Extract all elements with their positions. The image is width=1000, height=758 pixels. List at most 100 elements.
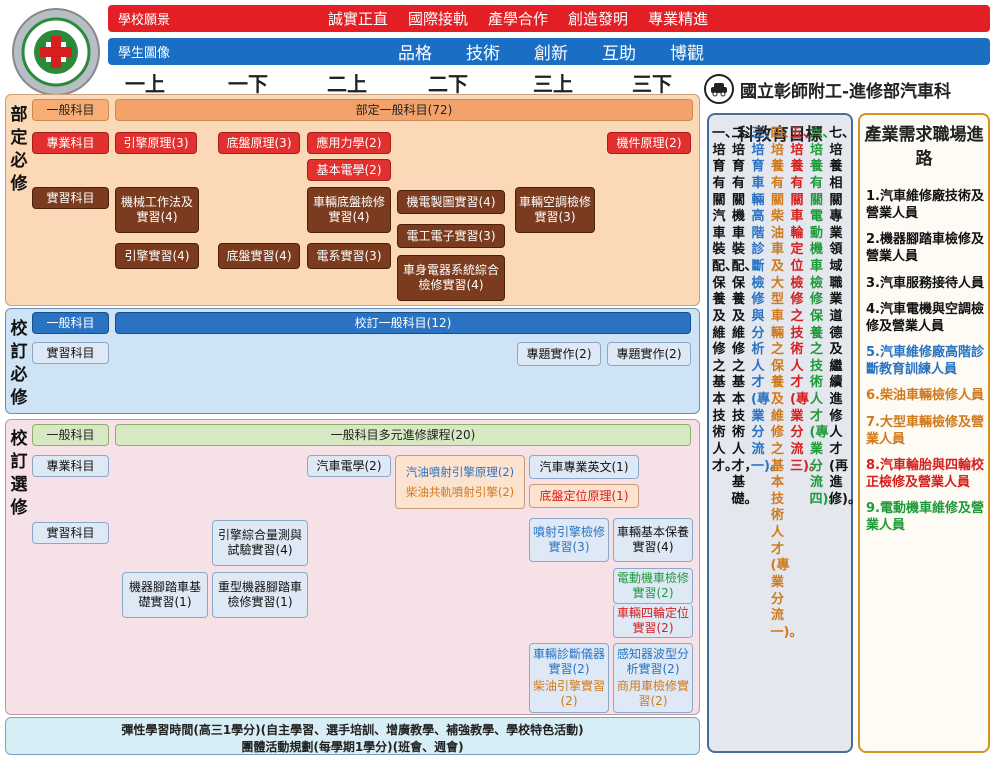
category-general: 一般科目 bbox=[32, 99, 109, 121]
category-practice: 實習科目 bbox=[32, 342, 109, 364]
education-goal-column: 四、培養有關柴油車及大型車輛之保養及維修之基本技術人才(專業分流一)。 bbox=[770, 126, 803, 641]
semester-header: 一下 bbox=[228, 72, 268, 96]
course: 機電製圖實習(4) bbox=[397, 190, 505, 214]
category-practice: 實習科目 bbox=[32, 187, 109, 209]
goal-text: 培養有關車輪定位檢修之技術人才(專業分流三)。 bbox=[790, 142, 822, 474]
vision-label: 學校願景 bbox=[118, 13, 171, 28]
course: 機器腳踏車基礎實習(1) bbox=[122, 572, 208, 618]
student-item: 互助 bbox=[602, 44, 636, 64]
category-general: 一般科目 bbox=[32, 424, 109, 446]
course: 汽車電學(2) bbox=[307, 455, 391, 477]
school-logo bbox=[6, 6, 106, 98]
dept-general-span: 部定一般科目(72) bbox=[115, 99, 693, 121]
course: 電工電子實習(3) bbox=[397, 224, 505, 248]
school-general-span: 校訂一般科目(12) bbox=[115, 312, 691, 334]
course: 專題實作(2) bbox=[607, 342, 691, 366]
industry-item: 5.汽車維修廠高階診斷教育訓練人員 bbox=[866, 345, 984, 378]
course: 底盤定位原理(1) bbox=[529, 484, 639, 508]
vision-item: 專業精進 bbox=[648, 10, 709, 28]
course: 基本電學(2) bbox=[307, 159, 391, 181]
student-item: 創新 bbox=[534, 44, 568, 64]
course: 柴油引擎實習(2) bbox=[533, 679, 606, 708]
education-goal-column: 一、 培育有關汽車裝配、保養及維修之基本技術人才。 bbox=[712, 126, 739, 475]
course-group: 感知器波型分析實習(2) 商用車檢修實習(2) bbox=[613, 643, 693, 713]
goal-number: 五、 bbox=[790, 126, 817, 141]
semester-header: 二下 bbox=[428, 72, 468, 96]
section-label: 校訂必修 bbox=[10, 319, 28, 408]
course: 應用力學(2) bbox=[307, 132, 391, 154]
goal-number: 四、 bbox=[770, 126, 797, 141]
category-professional: 專業科目 bbox=[32, 455, 109, 477]
goal-text: 培養有關電動機車檢修保養之技術人才(專業分流四)。 bbox=[809, 142, 842, 507]
footer-line: 團體活動規劃(每學期1學分)(班會、週會) bbox=[241, 740, 464, 754]
course: 機械工作法及實習(4) bbox=[115, 187, 199, 233]
course-group: 汽油噴射引擎原理(2) 柴油共軌噴射引擎(2) bbox=[395, 455, 525, 509]
student-item: 技術 bbox=[466, 44, 500, 64]
semester-header: 三下 bbox=[632, 72, 672, 96]
vision-item: 國際接軌 bbox=[408, 10, 469, 28]
vision-item: 產學合作 bbox=[488, 10, 549, 28]
course: 引擎實習(4) bbox=[115, 243, 199, 269]
course: 車輛基本保養實習(4) bbox=[613, 518, 693, 562]
goal-number: 二、 bbox=[731, 126, 758, 141]
semester-header: 三上 bbox=[533, 72, 573, 96]
education-goal-column: 六、培養有關電動機車檢修保養之技術人才(專業分流四)。 bbox=[809, 126, 842, 508]
industry-item: 9.電動機車維修及營業人員 bbox=[866, 501, 984, 534]
section-label: 校訂選修 bbox=[10, 429, 28, 518]
course-group: 車輛診斷儀器實習(2) 柴油引擎實習(2) bbox=[529, 643, 609, 713]
course: 引擎綜合量測與試驗實習(4) bbox=[212, 520, 308, 566]
industry-list: 1.汽車維修廠技術及營業人員 2.機器腳踏車檢修及營業人員 3.汽車服務接待人員… bbox=[866, 188, 986, 544]
education-goal-column: 五、培養有關車輪定位檢修之技術人才(專業分流三)。 bbox=[790, 126, 822, 475]
industry-item: 4.汽車電機與空調檢修及營業人員 bbox=[866, 301, 984, 334]
goal-text: 培養相關專業領域職業道德及繼續進修人才(再進修)。 bbox=[829, 142, 861, 507]
course: 感知器波型分析實習(2) bbox=[617, 647, 690, 676]
course: 底盤原理(3) bbox=[218, 132, 300, 154]
industry-item: 7.大型車輛檢修及營業人員 bbox=[866, 414, 984, 447]
industry-item: 3.汽車服務接待人員 bbox=[866, 275, 984, 291]
course: 電動機車檢修實習(2) bbox=[613, 568, 693, 604]
goal-number: 一、 bbox=[712, 126, 739, 141]
category-general: 一般科目 bbox=[32, 312, 109, 334]
course: 商用車檢修實習(2) bbox=[617, 679, 690, 708]
goal-text: 培育車輛高階診斷檢修與分析人才(專業分流一)。 bbox=[751, 142, 783, 474]
education-goal-column: 七、培養相關專業領域職業道德及繼續進修人才(再進修)。 bbox=[829, 126, 861, 508]
course: 電系實習(3) bbox=[307, 243, 391, 269]
goal-text: 培育有關機車裝配、保養及維修之基本技術人才，基礎。 bbox=[731, 142, 758, 507]
industry-title: 產業需求職場進路 bbox=[864, 125, 984, 169]
category-practice: 實習科目 bbox=[32, 522, 109, 544]
section-label: 部定必修 bbox=[10, 105, 28, 194]
category-professional: 專業科目 bbox=[32, 132, 109, 154]
course: 柴油共軌噴射引擎(2) bbox=[405, 485, 515, 499]
semester-header: 一上 bbox=[125, 72, 165, 96]
course: 專題實作(2) bbox=[517, 342, 601, 366]
industry-item: 8.汽車輪胎與四輪校正檢修及營業人員 bbox=[866, 457, 984, 491]
goal-number: 三、 bbox=[751, 126, 778, 141]
education-goal-column: 三、培育車輛高階診斷檢修與分析人才(專業分流一)。 bbox=[751, 126, 783, 475]
course: 汽車專業英文(1) bbox=[529, 455, 639, 479]
industry-item: 2.機器腳踏車檢修及營業人員 bbox=[866, 232, 984, 265]
student-item: 博觀 bbox=[670, 44, 704, 64]
course: 汽油噴射引擎原理(2) bbox=[405, 464, 515, 479]
school-title: 國立彰師附工-進修部汽車科 bbox=[740, 82, 952, 102]
course: 車輛空調檢修實習(3) bbox=[515, 187, 595, 233]
vision-item: 創造發明 bbox=[568, 10, 629, 28]
goal-number: 六、 bbox=[809, 126, 836, 141]
footer-line: 彈性學習時間(高三1學分)(自主學習、選手培訓、增廣教學、補強教學、學校特色活動… bbox=[121, 723, 584, 737]
student-image-bar: 學生圖像 品格 技術 創新 互助 博觀 bbox=[108, 38, 990, 65]
education-goal-column: 二、 培育有關機車裝配、保養及維修之基本技術人才，基礎。 bbox=[731, 126, 758, 508]
industry-item: 1.汽車維修廠技術及營業人員 bbox=[866, 189, 984, 222]
student-item: 品格 bbox=[398, 44, 432, 64]
course: 車輛四輪定位實習(2) bbox=[613, 604, 693, 638]
semester-header: 二上 bbox=[327, 72, 367, 96]
vision-bar: 學校願景 誠實正直 國際接軌 產學合作 創造發明 專業精進 bbox=[108, 5, 990, 32]
elective-general-span: 一般科目多元進修課程(20) bbox=[115, 424, 691, 446]
course: 引擎原理(3) bbox=[115, 132, 197, 154]
course: 底盤實習(4) bbox=[218, 243, 300, 269]
course: 機件原理(2) bbox=[607, 132, 691, 154]
course: 噴射引擎檢修實習(3) bbox=[529, 518, 609, 562]
student-label: 學生圖像 bbox=[118, 46, 171, 61]
industry-item: 6.柴油車輛檢修人員 bbox=[866, 388, 984, 404]
car-icon bbox=[704, 74, 734, 104]
vision-item: 誠實正直 bbox=[328, 10, 389, 28]
course: 車輛診斷儀器實習(2) bbox=[533, 647, 606, 676]
